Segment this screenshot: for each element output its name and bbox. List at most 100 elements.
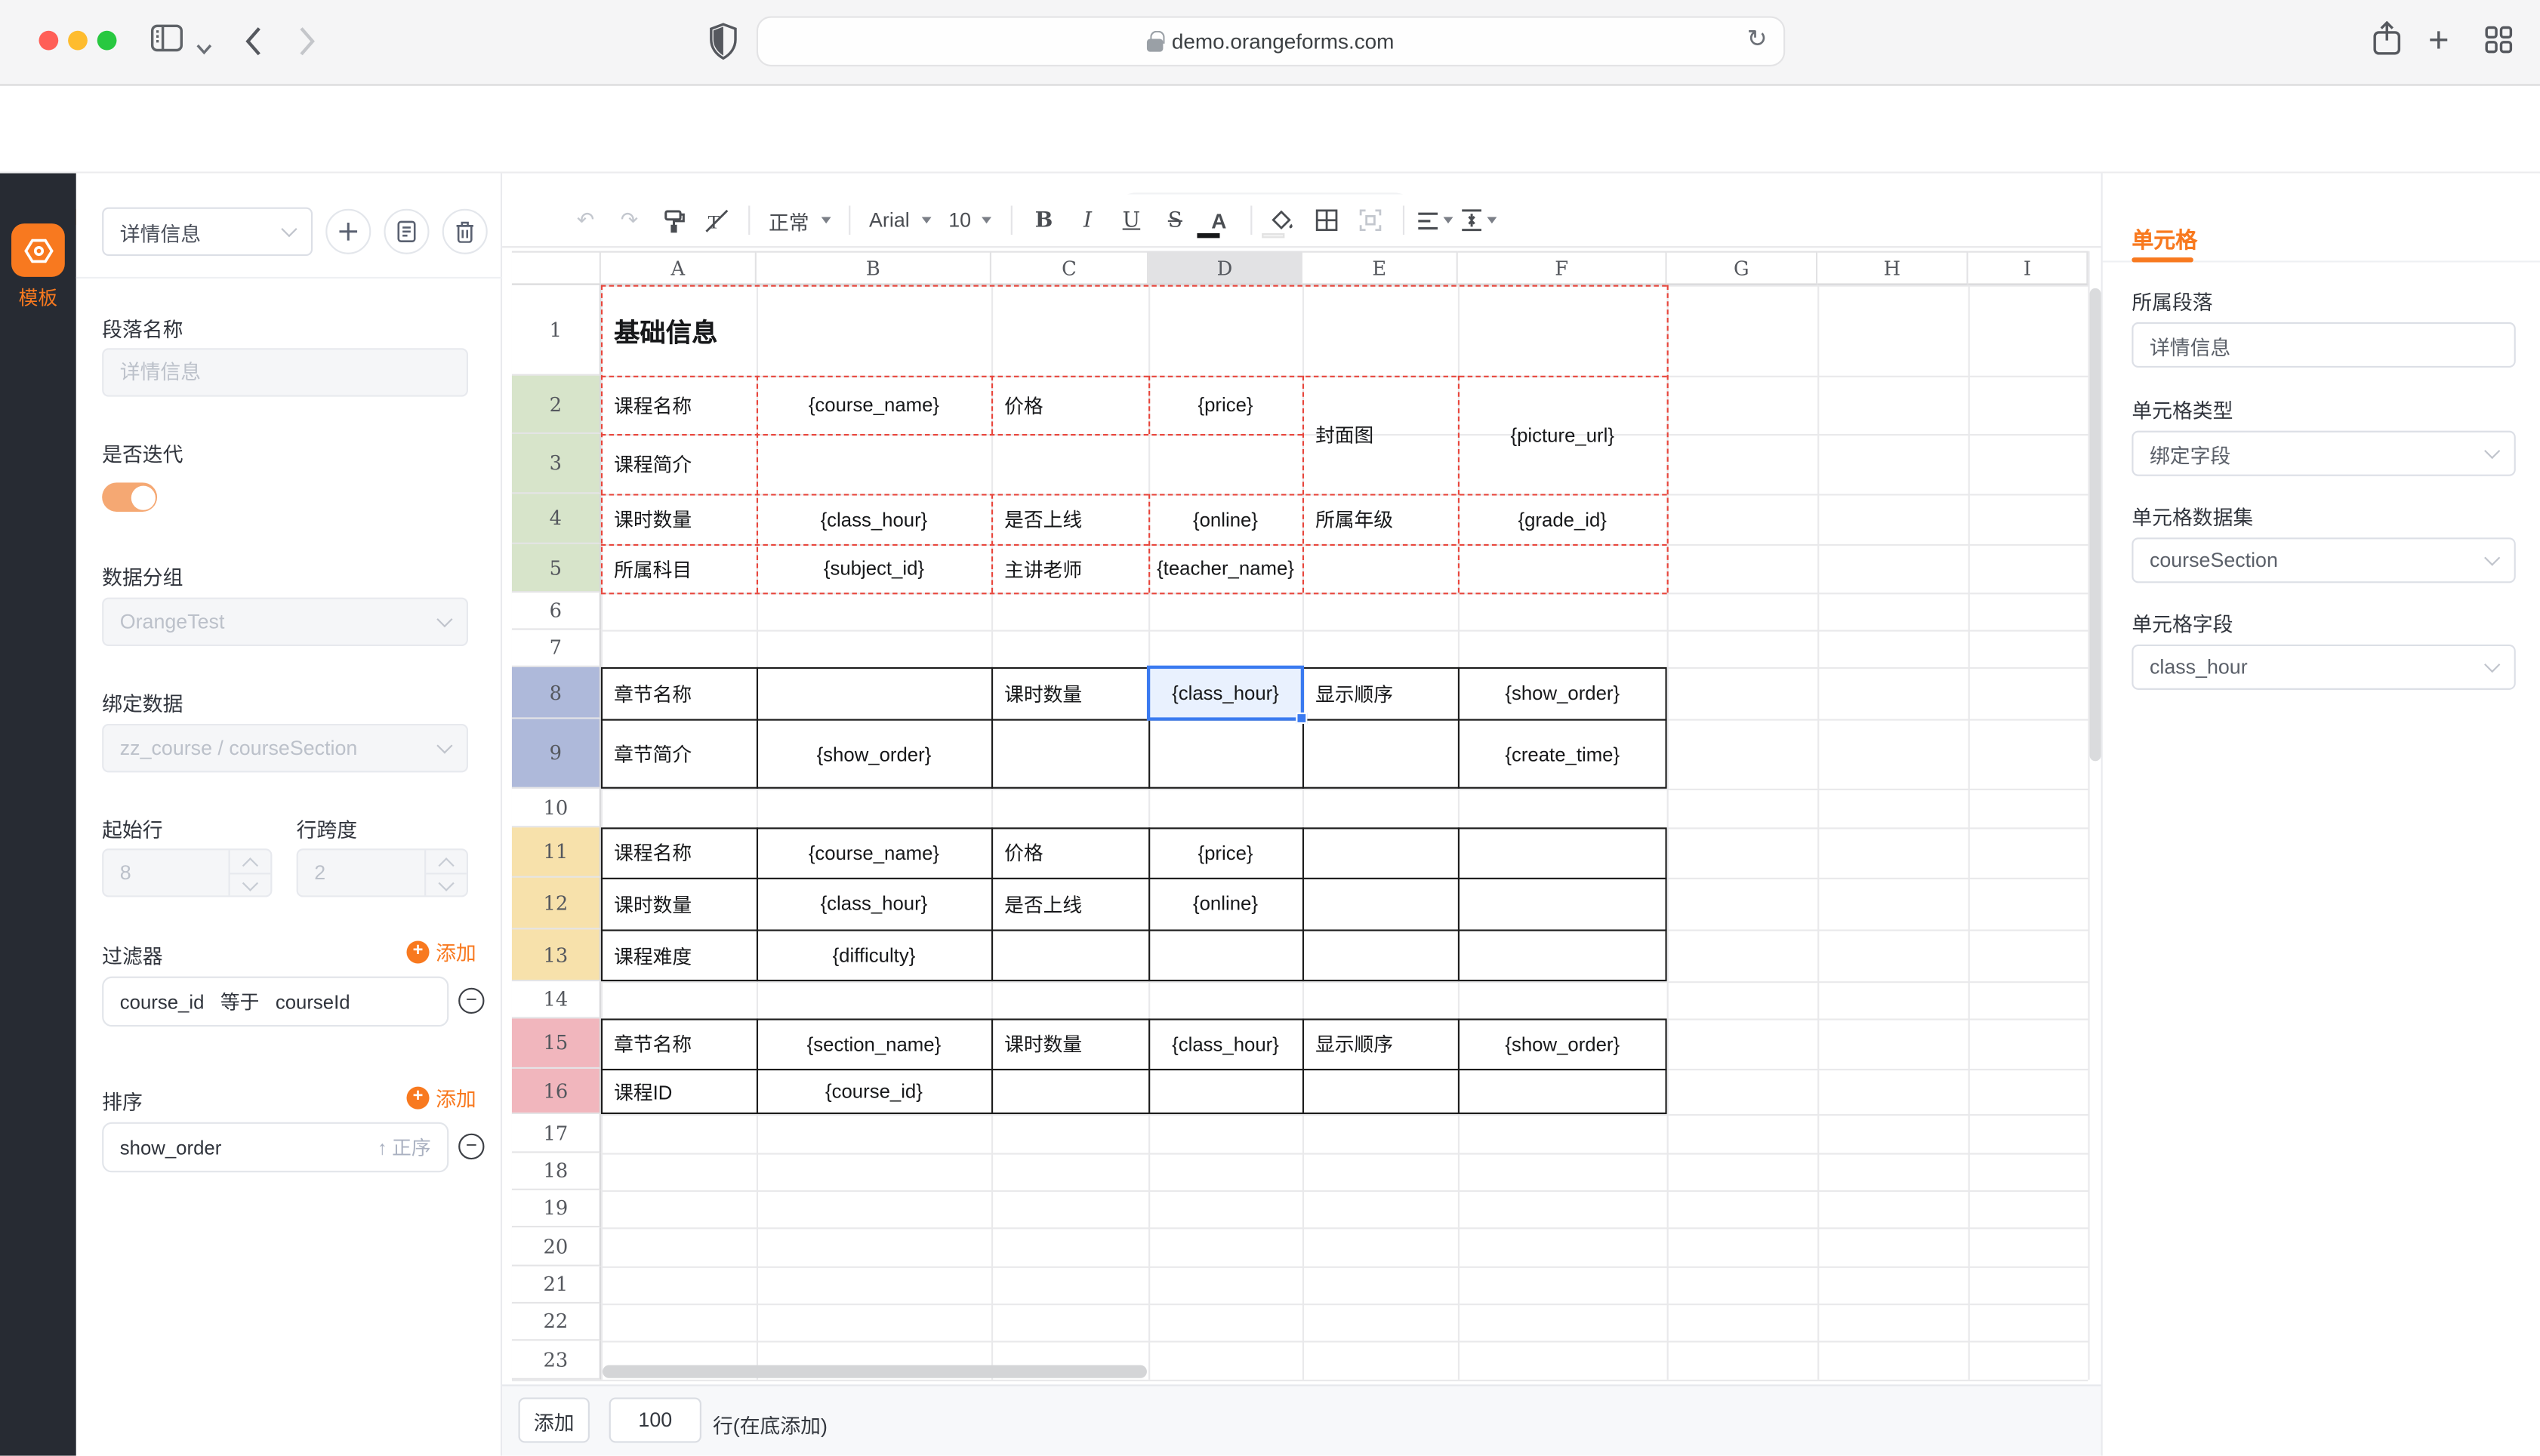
add-filter-link[interactable]: + 添加 xyxy=(406,936,476,967)
sheet-cell-B16[interactable]: {course_id} xyxy=(757,1069,991,1114)
add-rows-count-input[interactable] xyxy=(609,1397,701,1442)
data-group-select[interactable]: OrangeTest xyxy=(102,598,468,646)
italic-button[interactable]: I xyxy=(1068,201,1107,239)
sheet-cell-C15[interactable]: 课时数量 xyxy=(991,1018,1148,1069)
shield-icon[interactable] xyxy=(710,23,737,68)
sheet-cell-D2[interactable]: {price} xyxy=(1148,376,1302,434)
sheet-cell-D12[interactable]: {online} xyxy=(1148,878,1302,930)
sheet-cell-A11[interactable]: 课程名称 xyxy=(601,827,757,878)
fill-color-button[interactable] xyxy=(1264,201,1302,239)
sheet-cell-D8[interactable]: {class_hour} xyxy=(1148,667,1302,719)
horizontal-scrollbar[interactable] xyxy=(603,1365,1147,1378)
row-header-22[interactable]: 22 xyxy=(512,1304,601,1341)
redo-button[interactable]: ↷ xyxy=(610,201,649,239)
sheet-cell-E4[interactable]: 所属年级 xyxy=(1302,494,1458,544)
iterate-toggle[interactable] xyxy=(102,482,157,512)
sheet-cell-D5[interactable]: {teacher_name} xyxy=(1148,544,1302,593)
row-header-10[interactable]: 10 xyxy=(512,789,601,827)
sheet-cell-A4[interactable]: 课时数量 xyxy=(601,494,757,544)
sheet-cell-F9[interactable]: {create_time} xyxy=(1458,719,1667,789)
font-family-dropdown[interactable]: Arial xyxy=(862,201,937,239)
sheet-cell-B12[interactable]: {class_hour} xyxy=(757,878,991,930)
vertical-align-dropdown[interactable] xyxy=(1460,201,1499,239)
sheet-cell-B5[interactable]: {subject_id} xyxy=(757,544,991,593)
bind-data-select[interactable]: zz_course / courseSection xyxy=(102,724,468,772)
column-header-D[interactable]: D xyxy=(1148,251,1302,285)
sheet-cell-B9[interactable]: {show_order} xyxy=(757,719,991,789)
column-header-I[interactable]: I xyxy=(1968,251,2088,285)
sheet-cell-C12[interactable]: 是否上线 xyxy=(991,878,1148,930)
row-header-1[interactable]: 1 xyxy=(512,285,601,376)
cell-field-select[interactable]: class_hour xyxy=(2132,645,2515,690)
step-down-icon[interactable] xyxy=(242,876,258,891)
filter-item[interactable]: course_id 等于 courseId xyxy=(102,977,449,1027)
sheet-cell-E8[interactable]: 显示顺序 xyxy=(1302,667,1458,719)
column-header-C[interactable]: C xyxy=(991,251,1148,285)
row-span-stepper[interactable]: 2 xyxy=(297,848,468,897)
sidebar-toggle-icon[interactable] xyxy=(151,24,183,60)
cell-panel-title[interactable]: 单元格 xyxy=(2132,222,2197,254)
sheet-cell-B4[interactable]: {class_hour} xyxy=(757,494,991,544)
window-close-button[interactable] xyxy=(39,31,58,51)
back-button[interactable] xyxy=(245,26,263,64)
clear-format-button[interactable]: T xyxy=(698,201,736,239)
row-header-8[interactable]: 8 xyxy=(512,667,601,719)
add-rows-button[interactable]: 添加 xyxy=(519,1397,590,1442)
sheet-cell-A12[interactable]: 课时数量 xyxy=(601,878,757,930)
row-header-14[interactable]: 14 xyxy=(512,981,601,1018)
sheet-cell-F2[interactable]: {picture_url} xyxy=(1458,376,1667,494)
cell-type-select[interactable]: 绑定字段 xyxy=(2132,431,2515,476)
copy-section-button[interactable] xyxy=(384,209,429,254)
sheet-cell-C5[interactable]: 主讲老师 xyxy=(991,544,1148,593)
sheet-cell-B15[interactable]: {section_name} xyxy=(757,1018,991,1069)
row-header-11[interactable]: 11 xyxy=(512,827,601,878)
step-down-icon[interactable] xyxy=(438,876,454,891)
sidebar-chevron-icon[interactable] xyxy=(196,34,212,63)
sheet-cell-A16[interactable]: 课程ID xyxy=(601,1069,757,1114)
sheet-cell-E15[interactable]: 显示顺序 xyxy=(1302,1018,1458,1069)
sheet-cell-F15[interactable]: {show_order} xyxy=(1458,1018,1667,1069)
step-up-icon[interactable] xyxy=(242,857,258,873)
font-color-button[interactable]: A xyxy=(1200,201,1238,239)
row-header-18[interactable]: 18 xyxy=(512,1153,601,1190)
reload-icon[interactable]: ↻ xyxy=(1747,24,1768,54)
sheet-cell-A3[interactable]: 课程简介 xyxy=(601,434,757,494)
underline-button[interactable]: U xyxy=(1112,201,1151,239)
row-header-6[interactable]: 6 xyxy=(512,593,601,629)
paragraph-field[interactable]: 详情信息 xyxy=(2132,322,2515,368)
merge-cells-button[interactable] xyxy=(1352,201,1390,239)
row-header-17[interactable]: 17 xyxy=(512,1114,601,1153)
sheet-cell-A1[interactable]: 基础信息 xyxy=(601,285,1667,376)
nav-item-template-label[interactable]: 模板 xyxy=(0,283,76,310)
sheet-cell-F4[interactable]: {grade_id} xyxy=(1458,494,1667,544)
format-style-dropdown[interactable]: 正常 xyxy=(762,201,837,239)
row-header-15[interactable]: 15 xyxy=(512,1018,601,1069)
sheet-cell-A8[interactable]: 章节名称 xyxy=(601,667,757,719)
add-section-button[interactable] xyxy=(325,209,371,254)
bold-button[interactable]: B xyxy=(1025,201,1063,239)
sheet-cell-C8[interactable]: 课时数量 xyxy=(991,667,1148,719)
sheet-cell-F8[interactable]: {show_order} xyxy=(1458,667,1667,719)
row-header-4[interactable]: 4 xyxy=(512,494,601,544)
tab-overview-icon[interactable] xyxy=(2485,26,2512,61)
new-tab-icon[interactable]: + xyxy=(2428,26,2449,55)
sheet-cell-A15[interactable]: 章节名称 xyxy=(601,1018,757,1069)
vertical-scrollbar[interactable] xyxy=(2090,288,2101,761)
column-header-H[interactable]: H xyxy=(1817,251,1968,285)
share-icon[interactable] xyxy=(2373,21,2400,65)
row-header-2[interactable]: 2 xyxy=(512,376,601,434)
horizontal-align-dropdown[interactable] xyxy=(1416,201,1455,239)
column-header-G[interactable]: G xyxy=(1667,251,1818,285)
window-minimize-button[interactable] xyxy=(68,31,88,51)
remove-filter-button[interactable]: − xyxy=(458,988,484,1014)
forward-button[interactable] xyxy=(298,26,316,64)
column-header-E[interactable]: E xyxy=(1302,251,1458,285)
column-header-F[interactable]: F xyxy=(1458,251,1667,285)
sheet-cell-A13[interactable]: 课程难度 xyxy=(601,929,757,981)
row-header-5[interactable]: 5 xyxy=(512,544,601,593)
sheet-cell-A2[interactable]: 课程名称 xyxy=(601,376,757,434)
start-row-stepper[interactable]: 8 xyxy=(102,848,272,897)
sheet-cell-A9[interactable]: 章节简介 xyxy=(601,719,757,789)
row-header-7[interactable]: 7 xyxy=(512,630,601,667)
row-header-21[interactable]: 21 xyxy=(512,1267,601,1304)
